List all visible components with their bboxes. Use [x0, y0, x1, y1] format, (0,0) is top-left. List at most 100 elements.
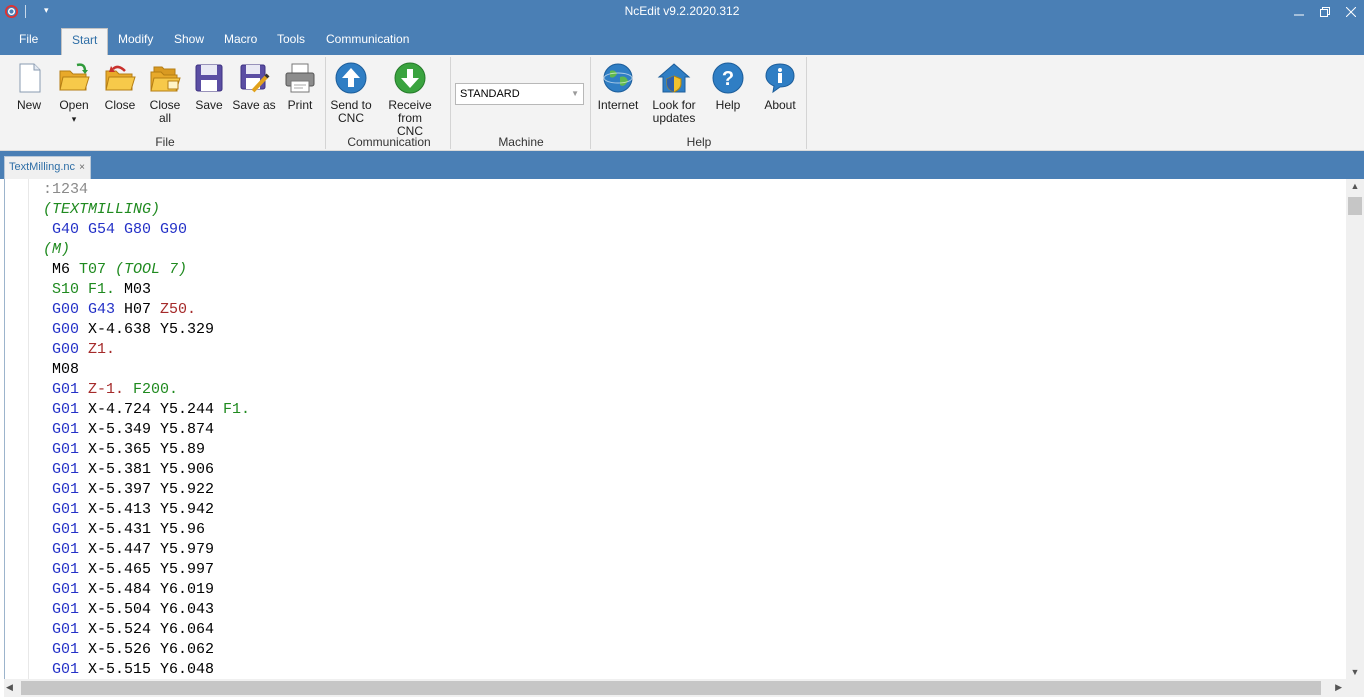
close-file-button[interactable]: Close — [101, 59, 139, 129]
menu-show[interactable]: Show — [164, 28, 214, 55]
look-for-updates-button[interactable]: Look for updates — [650, 59, 698, 129]
code-line[interactable]: G01 X-5.447 Y5.979 — [43, 540, 250, 560]
save-as-button[interactable]: Save as — [232, 59, 276, 129]
print-button[interactable]: Print — [281, 59, 319, 129]
vertical-scroll-thumb[interactable] — [1348, 197, 1362, 215]
new-button[interactable]: New — [10, 59, 48, 129]
internet-button[interactable]: Internet — [596, 59, 640, 129]
window-title: NcEdit v9.2.2020.312 — [624, 4, 740, 18]
code-line[interactable]: G40 G54 G80 G90 — [43, 220, 250, 240]
code-line[interactable]: G01 Z-1. F200. — [43, 380, 250, 400]
code-line[interactable]: G01 X-5.431 Y5.96 — [43, 520, 250, 540]
help-button[interactable]: ? Help — [708, 59, 748, 129]
updates-line2: updates — [652, 111, 696, 125]
code-line[interactable]: (TEXTMILLING) — [43, 200, 250, 220]
scroll-up-icon[interactable]: ▲ — [1346, 181, 1364, 191]
question-icon: ? — [712, 62, 744, 94]
title-bar: ▾ NcEdit v9.2.2020.312 — [0, 0, 1364, 24]
code-line[interactable]: G00 X-4.638 Y5.329 — [43, 320, 250, 340]
help-group-label: Help — [686, 135, 712, 149]
machine-select-value: STANDARD — [460, 88, 520, 100]
code-editor[interactable]: :1234 (TEXTMILLING) G40 G54 G80 G90 (M) M6… — [4, 179, 1346, 679]
code-token: H07 — [124, 301, 161, 318]
code-token: G40 G54 G80 G90 — [43, 221, 188, 238]
scroll-right-icon[interactable]: ▶ — [1335, 682, 1342, 693]
menu-file[interactable]: File — [9, 28, 48, 55]
file-group-label: File — [155, 135, 175, 149]
code-token: X-5.515 Y6.048 — [88, 661, 215, 678]
code-line[interactable]: G01 X-5.526 Y6.062 — [43, 640, 250, 660]
code-line[interactable]: G01 X-5.515 Y6.048 — [43, 660, 250, 679]
code-line[interactable]: G00 G43 H07 Z50. — [43, 300, 250, 320]
send-to-cnc-button[interactable]: Send to CNC — [330, 59, 372, 129]
code-token: G01 — [43, 401, 89, 418]
download-arrow-icon — [394, 62, 426, 94]
menu-start[interactable]: Start — [61, 28, 109, 55]
scroll-down-icon[interactable]: ▼ — [1346, 667, 1364, 677]
code-token: G01 — [43, 561, 89, 578]
globe-icon — [603, 63, 633, 93]
save-button[interactable]: Save — [190, 59, 228, 129]
close-label: Close — [104, 98, 136, 112]
minimize-icon — [1294, 14, 1304, 16]
code-line[interactable]: :1234 — [43, 180, 250, 200]
scroll-left-icon[interactable]: ◀ — [6, 682, 13, 693]
code-line[interactable]: G01 X-5.484 Y6.019 — [43, 580, 250, 600]
open-button[interactable]: Open ▾ — [55, 59, 93, 129]
code-line[interactable]: G01 X-5.524 Y6.064 — [43, 620, 250, 640]
code-line[interactable]: M08 — [43, 360, 250, 380]
ribbon-separator — [590, 57, 591, 149]
code-line[interactable]: G01 X-5.413 Y5.942 — [43, 500, 250, 520]
ribbon-separator — [806, 57, 807, 149]
code-line[interactable]: G01 X-5.349 Y5.874 — [43, 420, 250, 440]
code-line[interactable]: G01 X-5.504 Y6.043 — [43, 600, 250, 620]
send-line1: Send to — [330, 98, 372, 112]
code-token: X-5.447 Y5.979 — [88, 541, 215, 558]
code-content[interactable]: :1234 (TEXTMILLING) G40 G54 G80 G90 (M) M6… — [43, 180, 250, 679]
close-all-button[interactable]: Close all — [142, 59, 188, 129]
code-token: X-5.349 Y5.874 — [88, 421, 215, 438]
menu-macro[interactable]: Macro — [214, 28, 267, 55]
vertical-scrollbar[interactable]: ▲ ▼ — [1346, 179, 1364, 679]
code-line[interactable]: (M) — [43, 240, 250, 260]
close-window-button[interactable] — [1336, 0, 1364, 24]
horizontal-scrollbar[interactable]: ◀ ▶ — [4, 679, 1346, 697]
code-token: X-5.365 Y5.89 — [88, 441, 206, 458]
ribbon: New Open ▾ Close Close all Save Save as … — [0, 55, 1364, 151]
code-token: X-5.431 Y5.96 — [88, 521, 206, 538]
horizontal-scroll-thumb[interactable] — [21, 681, 1321, 695]
document-tab[interactable]: TextMilling.nc × — [4, 156, 91, 179]
code-token: Z50. — [160, 301, 197, 318]
machine-group-label: Machine — [498, 135, 544, 149]
close-all-label: Close all — [149, 98, 181, 125]
code-line[interactable]: G01 X-5.365 Y5.89 — [43, 440, 250, 460]
code-token: M6 — [43, 261, 80, 278]
code-line[interactable]: G01 X-5.381 Y5.906 — [43, 460, 250, 480]
code-token: G01 — [43, 441, 89, 458]
open-folder-icon — [59, 63, 90, 91]
code-token: G00 — [43, 321, 89, 338]
code-line[interactable]: G01 X-5.465 Y5.997 — [43, 560, 250, 580]
code-token: X-5.465 Y5.997 — [88, 561, 215, 578]
code-token: X-4.724 Y5.244 — [88, 401, 224, 418]
menu-modify[interactable]: Modify — [108, 28, 163, 55]
code-line[interactable]: G01 X-5.397 Y5.922 — [43, 480, 250, 500]
house-shield-icon — [657, 63, 691, 93]
code-line[interactable]: G01 X-4.724 Y5.244 F1. — [43, 400, 250, 420]
code-token: G01 — [43, 541, 89, 558]
menu-tools[interactable]: Tools — [267, 28, 315, 55]
document-tab-strip: TextMilling.nc × — [0, 151, 1364, 179]
machine-select[interactable]: STANDARD ▼ — [455, 83, 584, 105]
code-line[interactable]: S10 F1. M03 — [43, 280, 250, 300]
svg-text:?: ? — [722, 68, 734, 90]
tab-close-icon[interactable]: × — [79, 157, 85, 178]
menu-communication[interactable]: Communication — [316, 28, 419, 55]
save-as-label: Save as — [232, 98, 276, 112]
about-button[interactable]: About — [760, 59, 800, 129]
code-line[interactable]: G00 Z1. — [43, 340, 250, 360]
receive-from-cnc-button[interactable]: Receive from CNC — [376, 59, 444, 138]
code-token: G01 — [43, 621, 89, 638]
code-token: Z-1. — [88, 381, 134, 398]
code-line[interactable]: M6 T07 (TOOL 7) — [43, 260, 250, 280]
open-dropdown-arrow[interactable]: ▾ — [72, 114, 77, 124]
